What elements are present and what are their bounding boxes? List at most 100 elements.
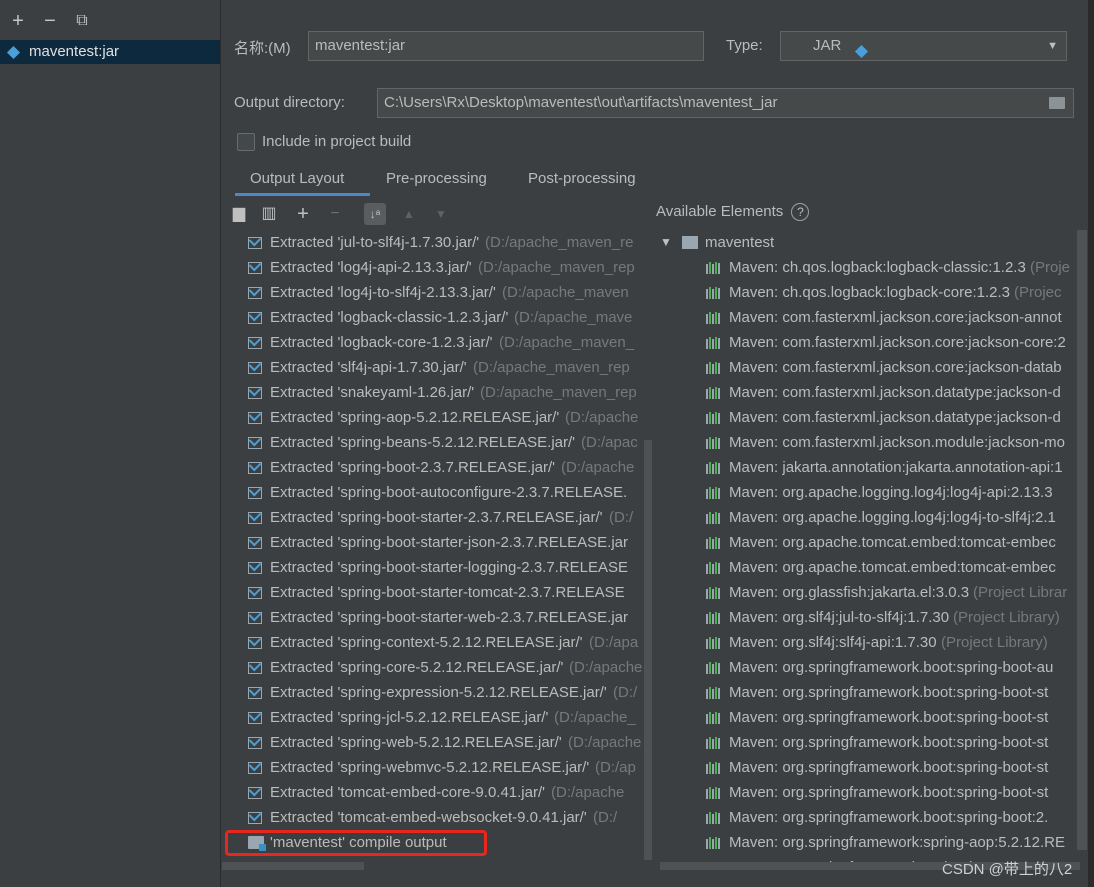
library-icon: [706, 437, 722, 449]
output-directory-field[interactable]: C:\Users\Rx\Desktop\maventest\out\artifa…: [377, 88, 1074, 118]
library-icon: [706, 612, 722, 624]
sort-icon[interactable]: ↓ᵃ: [364, 203, 386, 225]
extracted-icon: [248, 233, 264, 249]
add-icon[interactable]: +: [292, 203, 314, 225]
horizontal-scrollbar[interactable]: [222, 862, 364, 870]
library-icon: [706, 637, 722, 649]
layout-item-path: (D:/apache: [569, 659, 643, 676]
output-layout-tree[interactable]: Extracted 'jul-to-slf4j-1.7.30.jar/' (D:/…: [222, 230, 654, 870]
library-icon: [706, 537, 722, 549]
layout-item-path: (D:/: [613, 684, 638, 701]
watermark: CSDN @带上的八2: [942, 861, 1073, 878]
type-select[interactable]: JAR ▼: [780, 31, 1067, 61]
library-item-name: Maven: org.glassfish:jakarta.el:3.0.3: [729, 584, 970, 601]
library-item-scope: (Proje: [1030, 259, 1071, 276]
type-value: JAR: [813, 37, 842, 54]
library-item-name: Maven: com.fasterxml.jackson.datatype:ja…: [729, 409, 1061, 426]
library-item-name: Maven: org.apache.logging.log4j:log4j-ap…: [729, 484, 1053, 501]
library-item-name: Maven: ch.qos.logback:logback-core:1.2.3: [729, 284, 1010, 301]
available-elements-tree[interactable]: ▼ maventest Maven: ch.qos.logback:logbac…: [656, 230, 1076, 870]
window-edge: [1088, 0, 1094, 887]
layout-item-path: (D:/apache_maven: [502, 284, 629, 301]
layout-item-name: Extracted 'spring-aop-5.2.12.RELEASE.jar…: [270, 409, 560, 426]
layout-item-name: Extracted 'spring-boot-starter-2.3.7.REL…: [270, 509, 603, 526]
extracted-icon: [248, 483, 264, 499]
archive-icon[interactable]: ▥: [258, 203, 280, 225]
extracted-icon: [248, 408, 264, 424]
include-checkbox[interactable]: [237, 133, 255, 151]
layout-item-name: Extracted 'spring-beans-5.2.12.RELEASE.j…: [270, 434, 576, 451]
extracted-icon: [248, 583, 264, 599]
layout-item-path: (D:/apache_maven_: [499, 334, 635, 351]
tab-output-layout[interactable]: Output Layout: [250, 170, 344, 187]
vertical-scrollbar[interactable]: [644, 440, 652, 860]
layout-item-name: Extracted 'jul-to-slf4j-1.7.30.jar/': [270, 234, 480, 251]
expand-arrow-icon[interactable]: ▼: [660, 230, 672, 255]
library-item-name: Maven: org.apache.tomcat.embed:tomcat-em…: [729, 534, 1056, 551]
extracted-icon: [248, 433, 264, 449]
library-item-name: Maven: org.springframework:spring-aop:5.…: [729, 834, 1065, 851]
library-icon: [706, 312, 722, 324]
tab-pre-processing[interactable]: Pre-processing: [386, 170, 487, 187]
library-icon: [706, 412, 722, 424]
layout-item-name: Extracted 'tomcat-embed-core-9.0.41.jar/…: [270, 784, 546, 801]
folder-icon[interactable]: [1049, 97, 1065, 109]
extracted-icon: [248, 533, 264, 549]
layout-item-path: (D:/apache_maven_rep: [478, 259, 635, 276]
extracted-icon: [248, 758, 264, 774]
output-directory-label: Output directory:: [234, 94, 345, 111]
library-item-name: Maven: org.apache.tomcat.embed:tomcat-em…: [729, 559, 1056, 576]
library-icon: [706, 812, 722, 824]
layout-item-name: Extracted 'spring-boot-autoconfigure-2.3…: [270, 484, 628, 501]
new-folder-icon[interactable]: ▆: [228, 203, 250, 225]
vertical-scrollbar[interactable]: [1077, 230, 1087, 850]
extracted-icon: [248, 608, 264, 624]
jar-icon: [854, 44, 868, 59]
layout-item-path: (D:/: [609, 509, 634, 526]
copy-icon[interactable]: ⧉: [72, 10, 92, 32]
library-icon: [706, 287, 722, 299]
plus-icon[interactable]: +: [8, 10, 28, 32]
library-icon: [706, 487, 722, 499]
library-item-name: Maven: org.apache.logging.log4j:log4j-to…: [729, 509, 1056, 526]
move-up-icon[interactable]: ▲: [398, 203, 420, 225]
extracted-icon: [248, 258, 264, 274]
name-field[interactable]: maventest:jar: [308, 31, 704, 61]
extracted-icon: [248, 333, 264, 349]
layout-item-name: Extracted 'spring-boot-starter-logging-2…: [270, 559, 629, 576]
remove-icon[interactable]: −: [324, 203, 346, 225]
layout-item-name: Extracted 'slf4j-api-1.7.30.jar/': [270, 359, 467, 376]
layout-item-path: (D:/apache: [561, 459, 635, 476]
layout-item-name: Extracted 'spring-boot-starter-json-2.3.…: [270, 534, 629, 551]
chevron-down-icon: ▼: [1047, 40, 1058, 52]
move-down-icon[interactable]: ▼: [430, 203, 452, 225]
library-item-name: Maven: org.springframework.boot:spring-b…: [729, 734, 1049, 751]
extracted-icon: [248, 558, 264, 574]
artifact-item[interactable]: maventest:jar: [0, 40, 220, 64]
module-root-label: maventest: [705, 234, 775, 251]
layout-item-name: Extracted 'spring-expression-5.2.12.RELE…: [270, 684, 607, 701]
library-icon: [706, 787, 722, 799]
library-item-name: Maven: ch.qos.logback:logback-classic:1.…: [729, 259, 1026, 276]
layout-item-path: (D:/: [593, 809, 618, 826]
module-icon: [682, 236, 698, 249]
layout-item-name: Extracted 'log4j-to-slf4j-2.13.3.jar/': [270, 284, 496, 301]
library-item-name: Maven: com.fasterxml.jackson.core:jackso…: [729, 359, 1062, 376]
help-icon[interactable]: ?: [791, 203, 810, 221]
library-item-name: Maven: org.springframework.boot:spring-b…: [729, 809, 1049, 826]
layout-item-name: Extracted 'spring-boot-2.3.7.RELEASE.jar…: [270, 459, 556, 476]
layout-item-path: (D:/apa: [589, 634, 639, 651]
library-icon: [706, 362, 722, 374]
layout-item-name: Extracted 'spring-web-5.2.12.RELEASE.jar…: [270, 734, 562, 751]
library-item-name: Maven: org.springframework.boot:spring-b…: [729, 759, 1049, 776]
library-icon: [706, 587, 722, 599]
extracted-icon: [248, 808, 264, 824]
tab-underline: [235, 193, 370, 196]
minus-icon[interactable]: −: [40, 10, 60, 32]
tab-post-processing[interactable]: Post-processing: [528, 170, 636, 187]
library-icon: [706, 387, 722, 399]
layout-item-name: Extracted 'spring-webmvc-5.2.12.RELEASE.…: [270, 759, 590, 776]
layout-item-name: Extracted 'spring-context-5.2.12.RELEASE…: [270, 634, 583, 651]
extracted-icon: [248, 733, 264, 749]
layout-item-name: Extracted 'log4j-api-2.13.3.jar/': [270, 259, 472, 276]
